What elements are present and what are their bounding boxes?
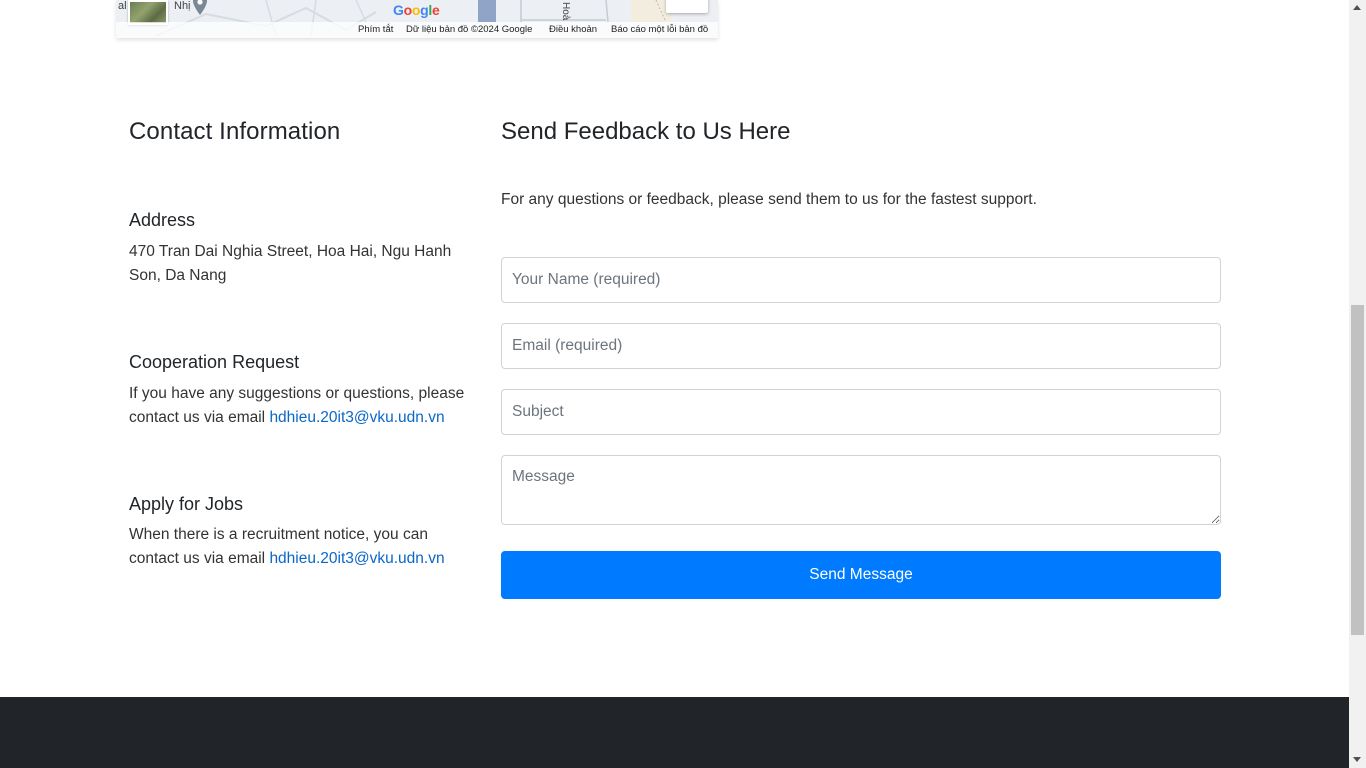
google-logo: Google (393, 2, 440, 18)
map-terms-link[interactable]: Điều khoản (549, 24, 597, 35)
scroll-down-arrow[interactable] (1353, 757, 1361, 762)
embedded-map[interactable]: al Nhị Google Hoà Phím tắt Dữ liệu bản đ… (116, 0, 718, 38)
map-attribution-bar: Phím tắt Dữ liệu bản đồ ©2024 Google Điề… (116, 22, 718, 38)
email-input[interactable] (501, 323, 1221, 369)
cooperation-email-link[interactable]: hdhieu.20it3@vku.udn.vn (269, 409, 444, 426)
address-text: 470 Tran Dai Nghia Street, Hoa Hai, Ngu … (129, 243, 452, 284)
scrollbar-thumb[interactable] (1351, 305, 1364, 635)
send-message-button[interactable]: Send Message (501, 551, 1221, 599)
subject-input[interactable] (501, 389, 1221, 435)
map-street-label: Hoà (560, 2, 571, 21)
map-label-fragment: Nhị (174, 0, 191, 12)
map-report-error-link[interactable]: Báo cáo một lỗi bản đồ (611, 24, 708, 35)
contact-information-heading: Contact Information (129, 118, 341, 145)
map-control-button[interactable] (666, 0, 708, 13)
scroll-up-arrow[interactable] (1353, 5, 1361, 10)
feedback-intro-text: For any questions or feedback, please se… (501, 191, 1037, 208)
map-keyboard-shortcuts-link[interactable]: Phím tắt (358, 24, 393, 35)
address-heading: Address (129, 210, 196, 230)
vertical-scrollbar[interactable] (1349, 0, 1366, 768)
cooperation-request-heading: Cooperation Request (129, 352, 300, 372)
page-footer (0, 697, 1349, 768)
map-label-fragment: al (118, 0, 127, 12)
cooperation-request-text: If you have any suggestions or questions… (129, 382, 474, 430)
apply-jobs-text: When there is a recruitment notice, you … (129, 523, 474, 571)
feedback-heading: Send Feedback to Us Here (501, 118, 791, 145)
name-input[interactable] (501, 257, 1221, 303)
message-textarea[interactable] (501, 455, 1221, 525)
apply-jobs-heading: Apply for Jobs (129, 494, 244, 514)
jobs-email-link[interactable]: hdhieu.20it3@vku.udn.vn (269, 550, 444, 567)
map-pin-icon[interactable] (192, 0, 208, 16)
map-data-attribution: Dữ liệu bản đồ ©2024 Google (406, 24, 533, 35)
